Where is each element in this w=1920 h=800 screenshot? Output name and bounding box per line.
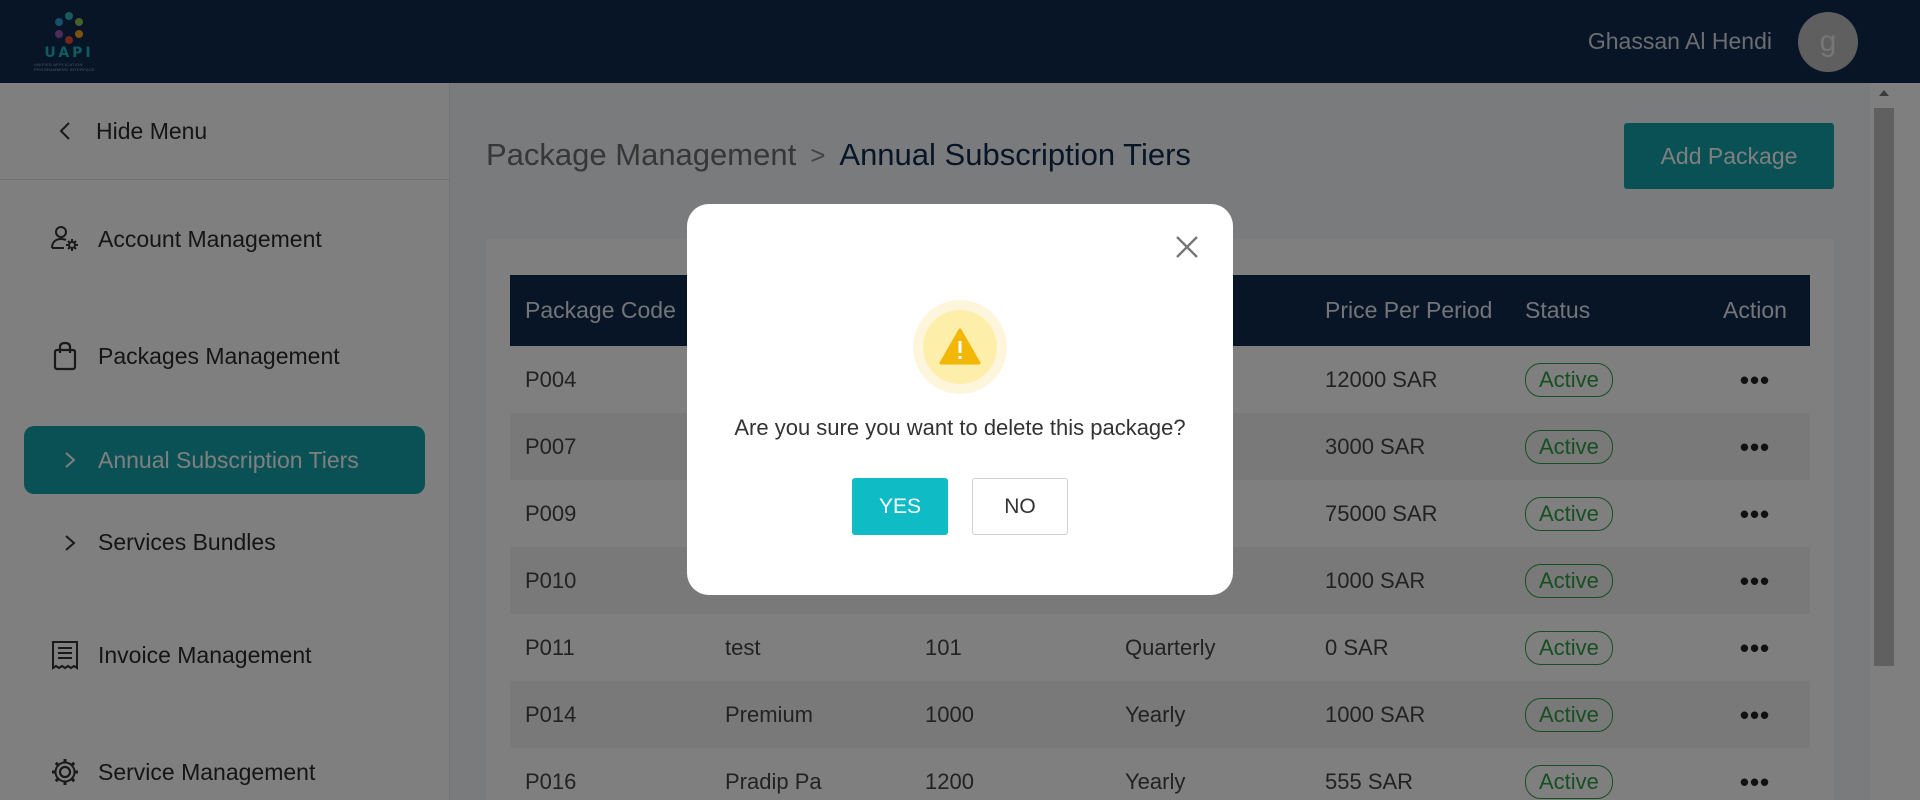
warning-icon bbox=[939, 328, 981, 365]
yes-button[interactable]: YES bbox=[852, 478, 948, 535]
close-icon[interactable] bbox=[1172, 232, 1202, 262]
delete-confirmation-modal: Are you sure you want to delete this pac… bbox=[687, 204, 1233, 595]
no-button[interactable]: NO bbox=[972, 478, 1068, 535]
warning-icon-container bbox=[913, 300, 1007, 394]
modal-message: Are you sure you want to delete this pac… bbox=[734, 415, 1186, 440]
